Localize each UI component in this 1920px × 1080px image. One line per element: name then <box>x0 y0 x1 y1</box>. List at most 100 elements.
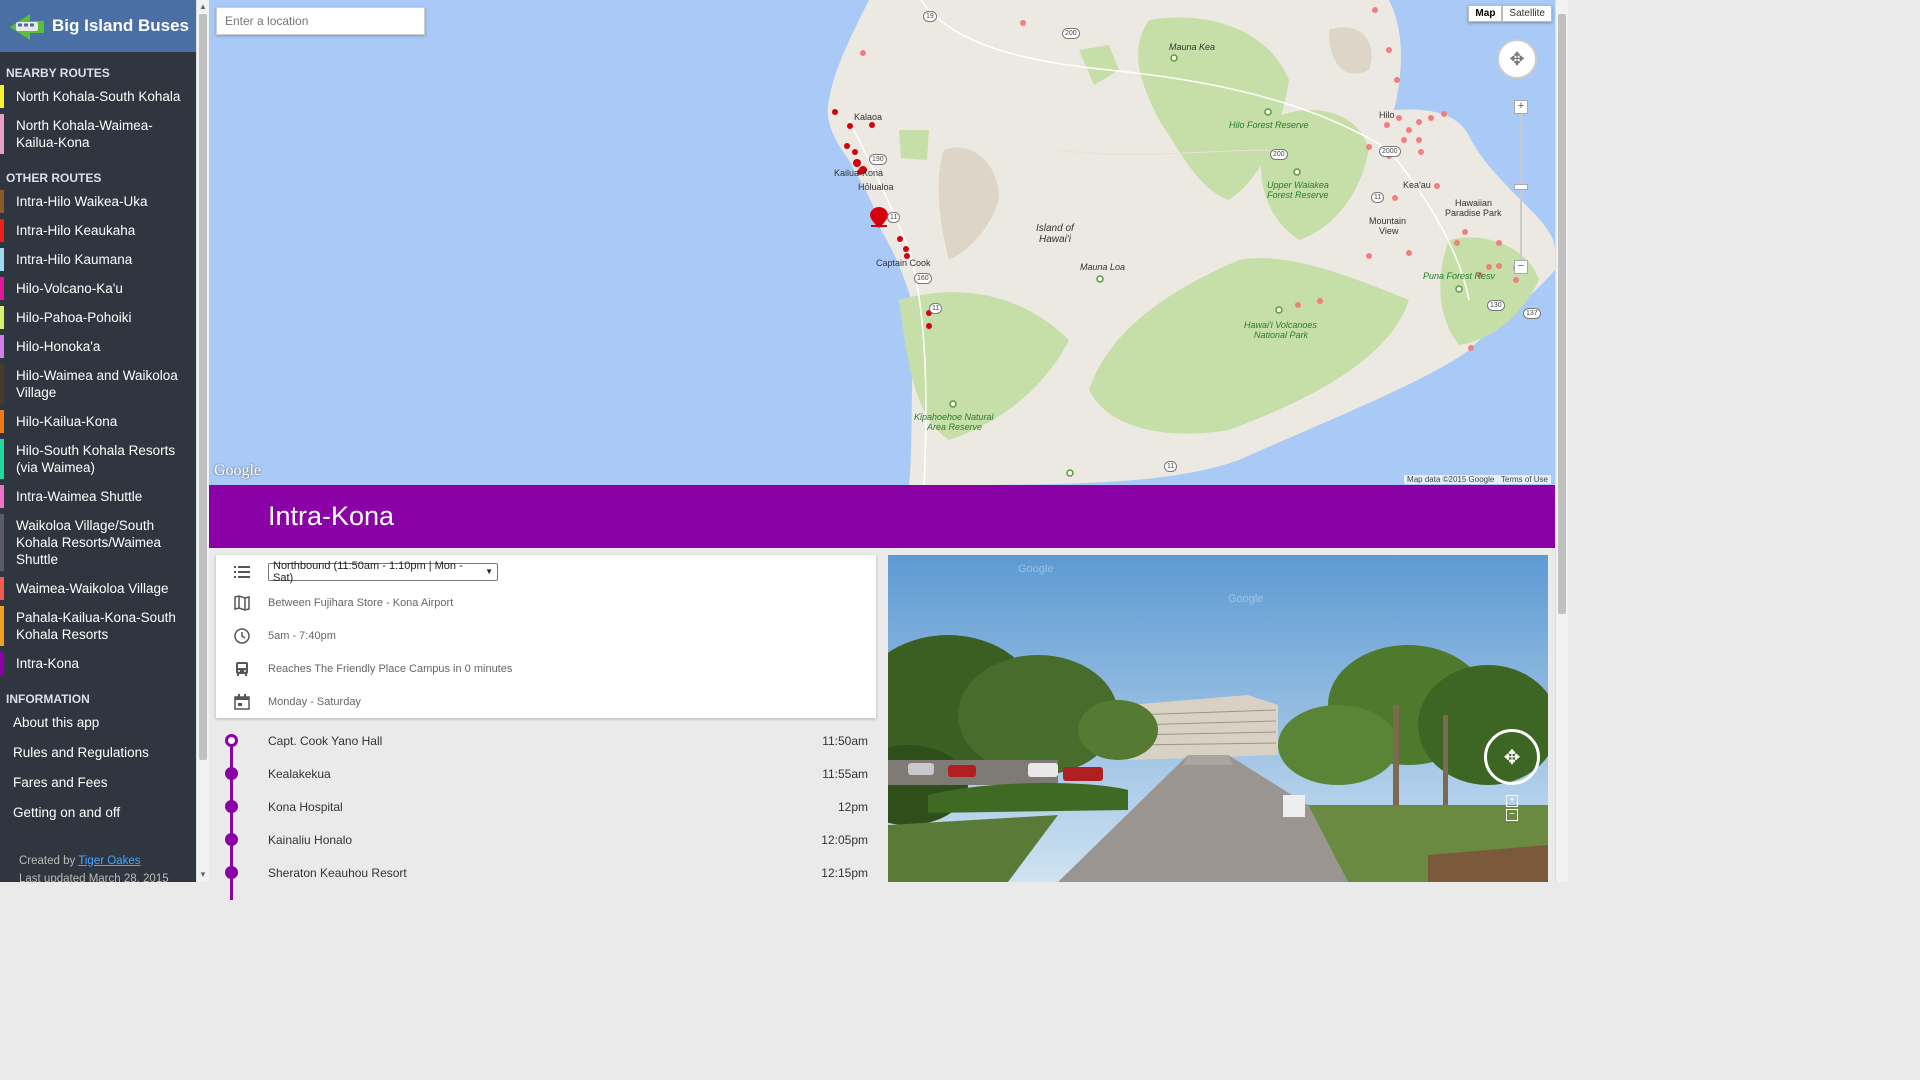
stop-time: 11:55am <box>822 767 868 781</box>
label-kipahoehoe-1: Kīpahoehoe Natural <box>914 412 994 422</box>
dropdown-arrow-icon: ▼ <box>485 567 493 576</box>
route-shield: 2000 <box>1379 146 1401 157</box>
route-item-label: Hilo-Honoka'a <box>16 339 101 354</box>
route-color-swatch <box>0 85 4 108</box>
google-logo: Google <box>214 462 262 479</box>
street-view-panel[interactable]: Google Google ✥ + − <box>888 555 1548 882</box>
nearby-routes-heading: NEARBY ROUTES <box>6 66 110 80</box>
route-color-swatch <box>0 248 4 271</box>
route-item-hilo-volcano-ka-u[interactable]: Hilo-Volcano-Ka'u <box>0 274 196 303</box>
label-captain-cook: Captain Cook <box>876 258 931 268</box>
label-volcanoes-1: Hawai'i Volcanoes <box>1244 320 1317 330</box>
route-item-hilo-pahoa-pohoiki[interactable]: Hilo-Pahoa-Pohoiki <box>0 303 196 332</box>
route-item-waikoloa-village-south-kohala-resorts-waimea-shuttle[interactable]: Waikoloa Village/South Kohala Resorts/Wa… <box>0 511 196 574</box>
other-routes-list: Intra-Hilo Waikea-Uka Intra-Hilo Keaukaha… <box>0 187 196 678</box>
route-item-intra-waimea-shuttle[interactable]: Intra-Waimea Shuttle <box>0 482 196 511</box>
route-item-label: Intra-Hilo Keaukaha <box>16 223 136 238</box>
zoom-slider-handle[interactable] <box>1514 184 1528 190</box>
info-item-getting-on-and-off[interactable]: Getting on and off <box>0 798 196 828</box>
route-color-swatch <box>0 577 4 600</box>
map-icon <box>216 594 268 611</box>
terms-of-use-link[interactable]: Terms of Use <box>1501 475 1548 484</box>
sidebar: Big Island Buses NEARBY ROUTES North Koh… <box>0 0 196 882</box>
route-color-swatch <box>0 652 4 675</box>
reaches-row: Reaches The Friendly Place Campus in 0 m… <box>216 652 876 685</box>
stop-row[interactable]: Kealakekua 11:55am <box>216 757 876 801</box>
hours-row: 5am - 7:40pm <box>216 619 876 652</box>
street-view-zoom-out-icon[interactable]: − <box>1506 809 1518 821</box>
sidebar-scrollbar[interactable]: ▲ ▼ <box>196 0 209 882</box>
route-item-intra-kona[interactable]: Intra-Kona <box>0 649 196 678</box>
location-search-input[interactable] <box>216 7 425 35</box>
label-puna-forest: Puna Forest Resv <box>1423 271 1496 281</box>
info-item-about-this-app[interactable]: About this app <box>0 708 196 738</box>
route-item-hilo-kailua-kona[interactable]: Hilo-Kailua-Kona <box>0 407 196 436</box>
route-color-swatch <box>0 335 4 358</box>
label-volcanoes-2: National Park <box>1254 330 1309 340</box>
map-attribution: Map data ©2015 Google Terms of Use <box>1404 475 1551 484</box>
map-pan-control-icon[interactable]: ✥ <box>1497 39 1537 79</box>
other-routes-heading: OTHER ROUTES <box>6 171 102 185</box>
direction-select[interactable]: Northbound (11:50am - 1:10pm | Mon - Sat… <box>268 560 498 584</box>
route-item-waimea-waikoloa-village[interactable]: Waimea-Waikoloa Village <box>0 574 196 603</box>
route-item-label: Intra-Hilo Kaumana <box>16 252 133 267</box>
scroll-down-icon[interactable]: ▼ <box>197 870 209 879</box>
route-item-label: North Kohala-Waimea-Kailua-Kona <box>16 118 153 150</box>
route-item-hilo-honoka-a[interactable]: Hilo-Honoka'a <box>0 332 196 361</box>
label-island-1: Island of <box>1036 223 1074 234</box>
route-map[interactable]: 19 200 190 11 160 11 200 2000 11 130 137 11 Mauna K… <box>209 0 1555 485</box>
label-mountain-view-2: View <box>1379 226 1399 236</box>
stop-name: Capt. Cook Yano Hall <box>268 734 383 748</box>
stop-row[interactable]: Sheraton Keauhou Resort 12:15pm <box>216 856 876 900</box>
stop-row[interactable]: Kainaliu Honalo 12:05pm <box>216 823 876 867</box>
label-mauna-kea: Mauna Kea <box>1169 42 1216 52</box>
zoom-in-icon[interactable]: + <box>1514 100 1528 114</box>
bus-icon <box>216 661 268 677</box>
map-type-map-button[interactable]: Map <box>1468 5 1503 22</box>
route-shield: 11 <box>887 212 901 223</box>
clock-icon <box>216 627 268 644</box>
route-item-pahala-kailua-kona-south-kohala-resorts[interactable]: Pahala-Kailua-Kona-South Kohala Resorts <box>0 603 196 649</box>
stop-row[interactable]: Kona Hospital 12pm <box>216 790 876 834</box>
map-type-satellite-button[interactable]: Satellite <box>1502 5 1552 22</box>
page-scrollbar[interactable] <box>1555 0 1568 882</box>
route-shield: 200 <box>1062 28 1080 39</box>
info-item-rules-and-regulations[interactable]: Rules and Regulations <box>0 738 196 768</box>
zoom-out-icon[interactable]: − <box>1514 260 1528 274</box>
route-item-hilo-south-kohala-resorts-via-waimea[interactable]: Hilo-South Kohala Resorts (via Waimea) <box>0 436 196 482</box>
route-color-swatch <box>0 410 4 433</box>
author-link[interactable]: Tiger Oakes <box>78 855 140 867</box>
stop-time: 11:50am <box>822 734 868 748</box>
stop-name: Sheraton Keauhou Resort <box>268 866 407 880</box>
route-item-label: Hilo-Kailua-Kona <box>16 414 118 429</box>
route-item-label: Pahala-Kailua-Kona-South Kohala Resorts <box>16 610 176 642</box>
route-shield: 190 <box>869 154 887 165</box>
route-item-label: Waimea-Waikoloa Village <box>16 581 169 596</box>
route-item-intra-hilo-waikea-uka[interactable]: Intra-Hilo Waikea-Uka <box>0 187 196 216</box>
credits: Created by Tiger Oakes Last updated Marc… <box>19 852 169 882</box>
route-color-swatch <box>0 364 4 404</box>
info-item-fares-and-fees[interactable]: Fares and Fees <box>0 768 196 798</box>
map-data-attribution: Map data ©2015 Google <box>1407 475 1495 484</box>
map-canvas <box>827 0 1555 485</box>
route-item-hilo-waimea-and-waikoloa-village[interactable]: Hilo-Waimea and Waikoloa Village <box>0 361 196 407</box>
stop-row[interactable]: Capt. Cook Yano Hall 11:50am <box>216 724 876 768</box>
scroll-up-icon[interactable]: ▲ <box>197 2 209 11</box>
label-keaau: Kea'au <box>1403 180 1431 190</box>
route-shield: 130 <box>1487 300 1505 311</box>
app-header[interactable]: Big Island Buses <box>0 0 196 52</box>
calendar-icon <box>216 693 268 710</box>
route-item-intra-hilo-keaukaha[interactable]: Intra-Hilo Keaukaha <box>0 216 196 245</box>
street-view-pan-icon[interactable]: ✥ <box>1484 729 1540 785</box>
scrollbar-thumb[interactable] <box>199 14 207 760</box>
route-item-label: Intra-Kona <box>16 656 80 671</box>
map-zoom-slider[interactable]: + − <box>1514 100 1528 274</box>
route-item-north-kohala-waimea-kailua-kona[interactable]: North Kohala-Waimea-Kailua-Kona <box>0 111 196 157</box>
route-details-card: Northbound (11:50am - 1:10pm | Mon - Sat… <box>216 555 876 718</box>
route-item-north-kohala-south-kohala[interactable]: North Kohala-South Kohala <box>0 82 196 111</box>
information-list: About this app Rules and Regulations Fares… <box>0 708 196 828</box>
page-scrollbar-thumb[interactable] <box>1558 14 1566 614</box>
street-view-zoom-in-icon[interactable]: + <box>1506 795 1518 807</box>
route-item-intra-hilo-kaumana[interactable]: Intra-Hilo Kaumana <box>0 245 196 274</box>
route-item-label: Hilo-Pahoa-Pohoiki <box>16 310 132 325</box>
